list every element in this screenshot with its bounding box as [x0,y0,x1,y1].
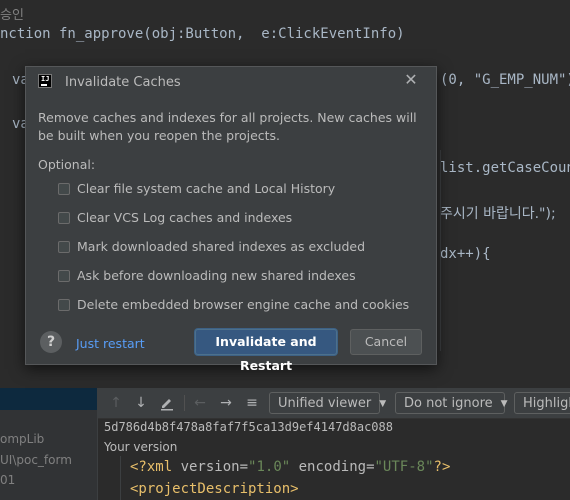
xml-project-description-tag: <projectDescription> [130,481,299,497]
cancel-button[interactable]: Cancel [350,329,422,355]
code-var-line-1-right: (0, "G_EMP_NUM")) [440,72,570,88]
indent-guide [440,150,441,360]
ignore-dropdown-label: Do not ignore [404,396,493,411]
code-loop: dx++){ [440,246,491,262]
code-comment: 승인 [0,8,24,23]
next-difference-icon[interactable]: ↓ [133,395,149,411]
your-version-label: Your version [104,440,178,454]
code-korean-message: 주시기 바랍니다."); [440,206,556,222]
diff-toolbar: ↑ ↓ ← → ≡ Unified viewer ▼ Do not ignore ▼… [98,388,570,419]
checkbox[interactable] [58,183,70,195]
dialog-title: Invalidate Caches [65,75,181,90]
chevron-down-icon: ▼ [500,399,508,409]
option-label: Clear file system cache and Local Histor… [77,181,336,196]
dialog-description: Remove caches and indexes for all projec… [38,110,417,143]
settings-list-icon[interactable]: ≡ [244,395,260,411]
invalidate-and-restart-button[interactable]: Invalidate and Restart [195,329,337,373]
tree-item-1[interactable]: ompLib [0,432,44,446]
edit-source-icon[interactable] [159,395,175,411]
option-label: Clear VCS Log caches and indexes [77,210,293,225]
code-list-call: list.getCaseCount [440,160,570,176]
help-button[interactable]: ? [40,331,62,353]
selected-tree-row[interactable] [0,388,97,410]
optional-label: Optional: [38,157,96,172]
chevron-down-icon: ▼ [379,399,387,409]
option-label: Mark downloaded shared indexes as exclud… [77,239,366,254]
checkbox[interactable] [58,241,70,253]
checkbox[interactable] [58,299,70,311]
highlight-dropdown-label: Highlight [523,396,570,411]
option-label: Ask before downloading new shared indexe… [77,268,356,283]
code-function-signature: nction fn_approve(obj:Button, e:ClickEve… [0,26,405,42]
toolbar-separator [184,395,185,411]
back-arrow-icon[interactable]: ← [192,395,208,411]
checkbox[interactable] [58,212,70,224]
forward-arrow-icon[interactable]: → [218,395,234,411]
viewer-dropdown[interactable]: Unified viewer ▼ [269,392,386,414]
tree-item-2[interactable]: UI\poc_form [0,453,72,467]
invalidate-caches-dialog: IJ Invalidate Caches ✕ Remove caches and… [25,66,437,373]
checkbox[interactable] [58,270,70,282]
highlight-dropdown[interactable]: Highlight [514,392,570,414]
previous-difference-icon[interactable]: ↑ [108,395,124,411]
option-label: Delete embedded browser engine cache and… [77,297,410,312]
ignore-dropdown[interactable]: Do not ignore ▼ [395,392,508,414]
changes-tree[interactable]: ompLib UI\poc_form 01 [0,388,98,500]
diff-gutter [120,456,121,500]
close-icon[interactable]: ✕ [402,71,420,89]
viewer-dropdown-label: Unified viewer [278,396,372,411]
just-restart-link[interactable]: Just restart [76,336,145,351]
revision-hash: 5d786d4b8f478a8faf7f5ca13d9ef4147d8ac088 [104,420,393,434]
intellij-logo-icon: IJ [38,74,52,88]
xml-declaration: <?xml version="1.0" encoding="UTF-8"?> [130,459,451,475]
tree-item-3[interactable]: 01 [0,473,15,487]
